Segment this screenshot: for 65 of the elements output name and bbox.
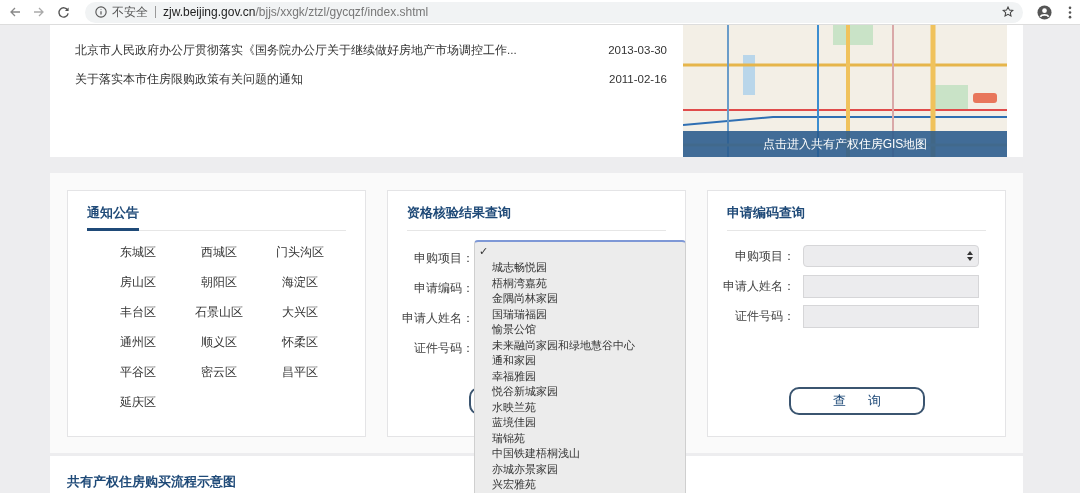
dropdown-option[interactable]: 未来融尚家园和绿地慧谷中心	[475, 337, 685, 353]
dropdown-option[interactable]: 幸福雅园	[475, 368, 685, 384]
news-link[interactable]: 关于落实本市住房限购政策有关问题的通知	[75, 71, 303, 100]
dropdown-option[interactable]: 水映兰苑	[475, 399, 685, 415]
account-icon[interactable]	[1037, 4, 1052, 20]
district-link[interactable]: 房山区	[97, 274, 178, 291]
section-title: 共有产权住房购买流程示意图	[67, 474, 236, 489]
menu-icon[interactable]	[1068, 5, 1072, 19]
url-host: zjw.beijing.gov.cn	[163, 5, 256, 19]
dropdown-option[interactable]: 中国铁建梧桐浅山	[475, 446, 685, 462]
district-link[interactable]: 密云区	[178, 364, 259, 381]
updown-icon	[967, 251, 973, 261]
field-label: 申购项目：	[413, 250, 474, 266]
dropdown-option[interactable]: 亦城亦景家园	[475, 461, 685, 477]
dropdown-option[interactable]: 通和家园	[475, 353, 685, 369]
news-date: 2013-03-30	[608, 43, 667, 58]
district-link[interactable]: 怀柔区	[259, 334, 340, 351]
dropdown-option[interactable]: 梧桐湾嘉苑	[475, 275, 685, 291]
district-link[interactable]: 大兴区	[259, 304, 340, 321]
back-icon[interactable]	[9, 6, 21, 18]
card-title: 资格核验结果查询	[407, 205, 511, 220]
map-caption-bar[interactable]: 点击进入共有产权住房GIS地图	[683, 131, 1007, 157]
dropdown-option[interactable]: 兴宏雅苑	[475, 477, 685, 493]
input-field[interactable]	[803, 274, 979, 298]
input-field[interactable]	[803, 304, 979, 328]
dropdown-option[interactable]: 城志畅悦园	[475, 260, 685, 276]
district-link[interactable]: 朝阳区	[178, 274, 259, 291]
dropdown-option[interactable]: 瑞锦苑	[475, 430, 685, 446]
news-link[interactable]: 北京市人民政府办公厅贯彻落实《国务院办公厅关于继续做好房地产市场调控工作...	[75, 42, 517, 71]
reload-icon[interactable]	[57, 5, 70, 19]
security-label: 不安全	[112, 3, 148, 21]
info-icon[interactable]	[95, 6, 107, 18]
card-title: 申请编码查询	[727, 205, 805, 220]
dropdown-option[interactable]: 国瑞瑞福园	[475, 306, 685, 322]
dropdown-option[interactable]: 悦谷新城家园	[475, 384, 685, 400]
star-icon[interactable]	[1002, 6, 1014, 18]
district-link[interactable]: 东城区	[97, 244, 178, 261]
card-title: 通知公告	[87, 205, 139, 220]
dropdown-option[interactable]: ✓	[475, 244, 685, 260]
field-label: 申请人姓名：	[722, 278, 795, 294]
news-date: 2011-02-16	[609, 72, 667, 87]
district-link[interactable]: 平谷区	[97, 364, 178, 381]
field-label: 申请人姓名：	[401, 310, 474, 326]
district-link[interactable]: 顺义区	[178, 334, 259, 351]
district-link[interactable]: 石景山区	[178, 304, 259, 321]
district-link[interactable]: 西城区	[178, 244, 259, 261]
field-label: 申购项目：	[734, 248, 795, 264]
url-path: /bjjs/xxgk/ztzl/gycqzf/index.shtml	[255, 5, 429, 19]
district-link[interactable]: 延庆区	[97, 394, 178, 411]
query-button[interactable]: 查 询	[789, 387, 925, 415]
address-bar[interactable]: 不安全 zjw.beijing.gov.cn/bjjs/xxgk/ztzl/gycqzf/index.shtml	[85, 1, 1023, 23]
dropdown-option[interactable]: 愉景公馆	[475, 322, 685, 338]
district-link[interactable]: 门头沟区	[259, 244, 340, 261]
field-label: 证件号码：	[734, 308, 795, 324]
select-field[interactable]	[803, 245, 979, 267]
dropdown-list[interactable]: ✓ 城志畅悦园 梧桐湾嘉苑 金隅尚林家园 国瑞瑞福园 愉景公馆 未来融尚家园和绿地慧谷中心 通和家园 幸福雅园 悦谷新城家园 水映兰苑 蓝境佳园 瑞锦苑 中国铁建梧桐浅山 亦城亦景家园 兴宏雅苑	[474, 240, 686, 493]
district-link[interactable]: 通州区	[97, 334, 178, 351]
dropdown-option[interactable]: 金隅尚林家园	[475, 291, 685, 307]
district-link[interactable]: 昌平区	[259, 364, 340, 381]
dropdown-option[interactable]: 蓝境佳园	[475, 415, 685, 431]
field-label: 证件号码：	[413, 340, 474, 356]
check-mark: ✓	[479, 245, 489, 257]
field-label: 申请编码：	[413, 280, 474, 296]
district-link[interactable]: 海淀区	[259, 274, 340, 291]
district-link[interactable]: 丰台区	[97, 304, 178, 321]
